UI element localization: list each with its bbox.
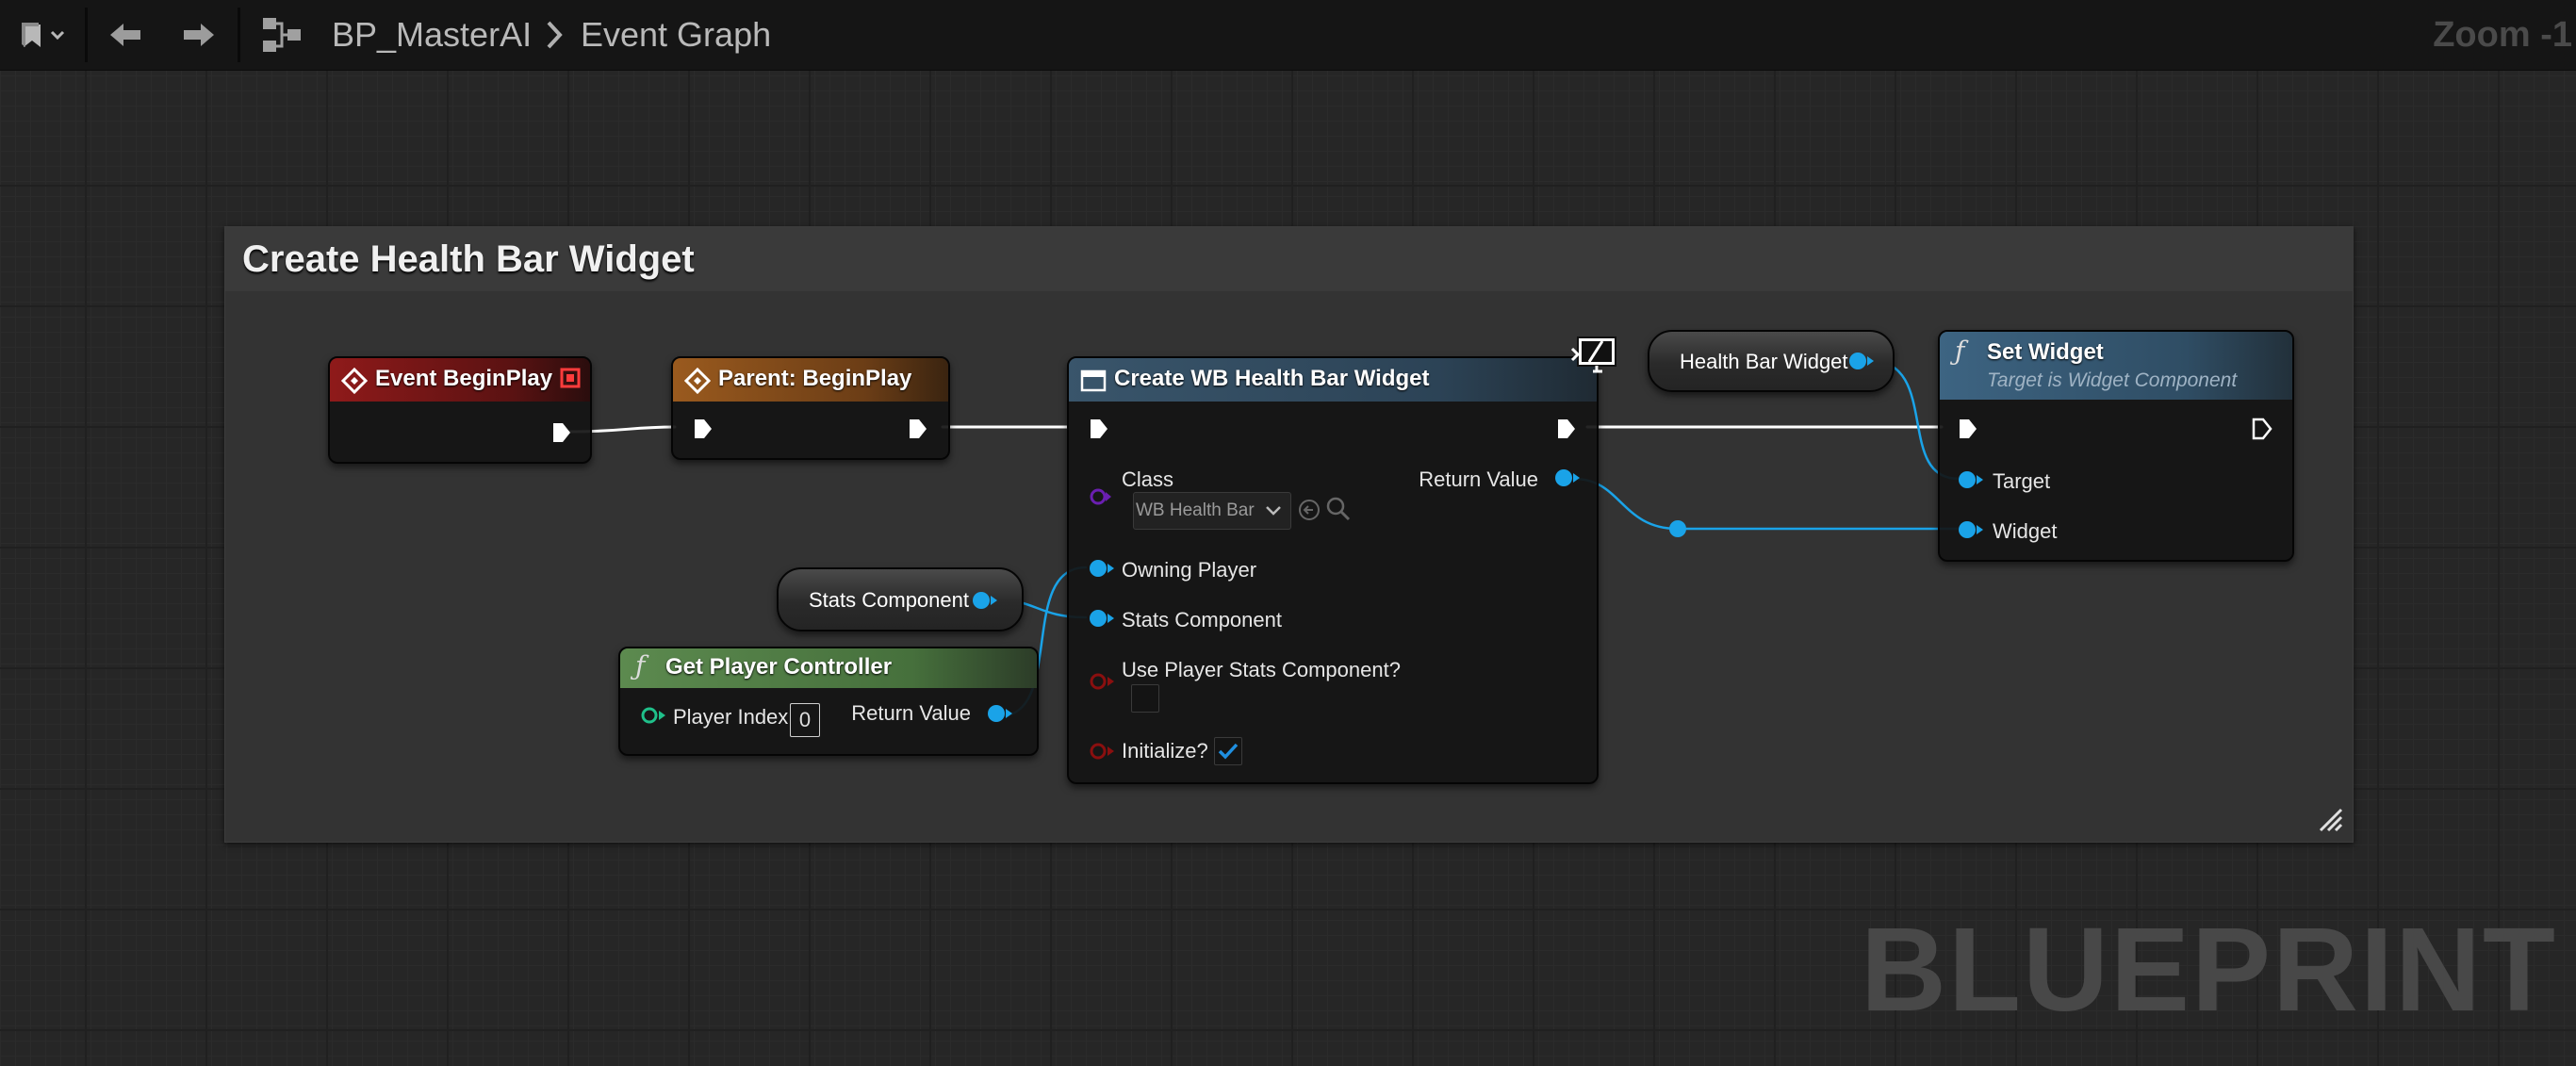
blueprint-watermark: BLUEPRINT (1861, 903, 2557, 1036)
blueprint-graph-icon (263, 18, 301, 52)
breadcrumb-separator-icon (545, 0, 564, 70)
forward-button[interactable] (175, 0, 222, 70)
use-player-stats-pin-icon[interactable] (1088, 671, 1116, 692)
target-pin-icon[interactable] (1957, 469, 1985, 490)
variable-label: Health Bar Widget (1680, 350, 1848, 373)
class-pin-label: Class (1122, 467, 1174, 491)
initialize-label: Initialize? (1122, 739, 1208, 763)
toolbar-separator (238, 8, 240, 62)
return-value-label: Return Value (1419, 467, 1538, 491)
player-index-pin-icon[interactable] (639, 705, 667, 726)
exec-out-pin-icon[interactable] (1555, 417, 1578, 441)
widget-pin-icon[interactable] (1957, 519, 1985, 540)
node-title: Create WB Health Bar Widget (1114, 366, 1430, 391)
create-widget-node[interactable]: Create WB Health Bar Widget Class Return… (1067, 356, 1599, 784)
node-title: Set Widget (1987, 339, 2104, 365)
event-beginplay-node[interactable]: Event BeginPlay (328, 356, 592, 464)
class-selector-value: WB Health Bar (1136, 500, 1255, 520)
parent-beginplay-node[interactable]: Parent: BeginPlay (671, 356, 950, 460)
node-title: Parent: BeginPlay (718, 366, 912, 391)
object-out-pin-icon[interactable] (1847, 351, 1876, 371)
use-player-stats-checkbox[interactable] (1131, 684, 1159, 713)
arrow-right-icon (184, 24, 214, 46)
bookmark-menu-button[interactable] (9, 0, 75, 70)
client-only-monitor-icon (1570, 336, 1616, 373)
function-icon: ƒ (1955, 336, 1965, 367)
breadcrumb-graph[interactable]: Event Graph (581, 0, 771, 70)
back-button[interactable] (102, 0, 149, 70)
exec-out-pin-icon[interactable] (907, 417, 929, 441)
function-icon: ƒ (635, 650, 646, 681)
return-value-pin-icon[interactable] (986, 703, 1014, 724)
exec-in-pin-icon[interactable] (1088, 417, 1110, 441)
toolbar-separator (85, 8, 88, 62)
stats-component-pin-icon[interactable] (1088, 608, 1116, 629)
checkmark-icon (1218, 743, 1239, 760)
stats-component-label: Stats Component (1122, 608, 1282, 631)
delegate-pin-icon[interactable] (560, 368, 581, 388)
event-icon (341, 368, 368, 394)
breadcrumb-asset[interactable]: BP_MasterAI (332, 0, 532, 70)
exec-out-pin-icon[interactable] (550, 420, 573, 445)
function-call-icon (684, 368, 711, 394)
resize-grip-icon[interactable] (2319, 808, 2343, 832)
class-selector-combo[interactable]: WB Health Bar (1133, 492, 1291, 530)
stats-component-variable-node[interactable]: Stats Component (777, 567, 1024, 631)
widget-label: Widget (1993, 519, 2058, 543)
arrow-left-icon (110, 24, 140, 46)
get-player-controller-node[interactable]: ƒ Get Player Controller Player Index Ret… (618, 647, 1039, 756)
use-selected-asset-icon[interactable] (1297, 498, 1321, 522)
bookmark-icon (22, 23, 65, 47)
use-player-stats-label: Use Player Stats Component? (1122, 658, 1401, 681)
health-bar-widget-variable-node[interactable]: Health Bar Widget (1648, 330, 1895, 392)
variable-label: Stats Component (809, 588, 969, 612)
chevron-down-icon (1266, 506, 1281, 516)
target-label: Target (1993, 469, 2051, 493)
return-value-pin-icon[interactable] (1553, 467, 1582, 488)
widget-icon (1080, 369, 1107, 392)
exec-out-pin-icon[interactable] (2251, 417, 2273, 441)
graph-toolbar: BP_MasterAI Event Graph Zoom -1 (0, 0, 2576, 71)
browse-asset-icon[interactable] (1325, 496, 1352, 522)
node-subtitle: Target is Widget Component (1987, 369, 2238, 391)
initialize-pin-icon[interactable] (1088, 741, 1116, 762)
object-out-pin-icon[interactable] (971, 590, 999, 611)
graph-icon-button[interactable] (256, 0, 309, 70)
node-title: Event BeginPlay (375, 366, 553, 391)
exec-in-pin-icon[interactable] (1957, 417, 1979, 441)
node-title: Get Player Controller (665, 654, 893, 680)
owning-player-label: Owning Player (1122, 558, 1257, 582)
player-index-label: Player Index (673, 705, 789, 729)
player-index-input[interactable]: 0 (790, 703, 820, 737)
comment-title: Create Health Bar Widget (242, 238, 695, 280)
comment-header[interactable]: Create Health Bar Widget (225, 227, 2353, 291)
class-pin-icon[interactable] (1088, 486, 1112, 507)
owning-player-pin-icon[interactable] (1088, 558, 1116, 579)
exec-in-pin-icon[interactable] (692, 417, 714, 441)
set-widget-node[interactable]: ƒ Set Widget Target is Widget Component … (1938, 330, 2294, 562)
return-value-label: Return Value (851, 701, 971, 725)
initialize-checkbox[interactable] (1214, 737, 1242, 765)
zoom-level: Zoom -1 (2433, 15, 2572, 55)
